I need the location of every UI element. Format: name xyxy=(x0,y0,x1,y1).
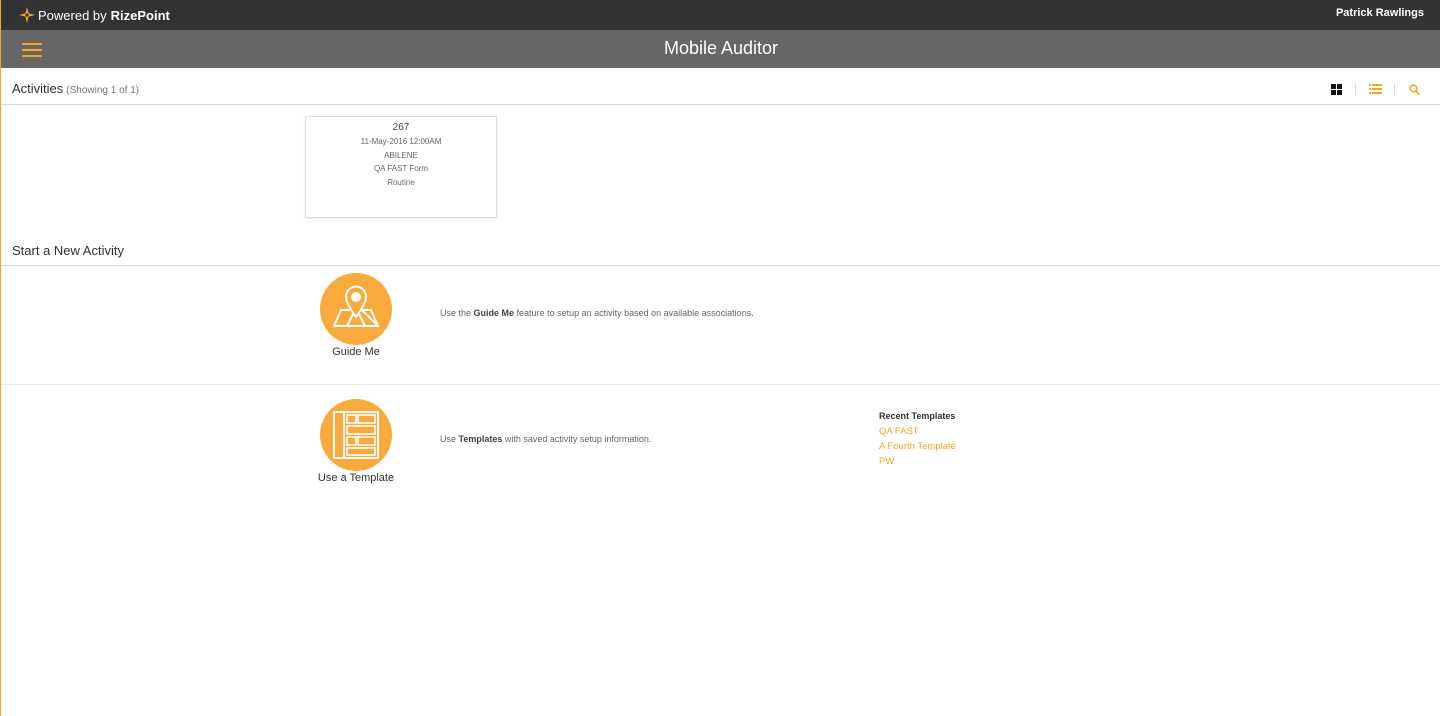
grid-view-icon[interactable] xyxy=(1329,82,1343,96)
template-desc-bold: Templates xyxy=(458,434,503,444)
guide-me-desc-post: feature to setup an activity based on av… xyxy=(514,308,754,318)
brand-name: RizePoint xyxy=(110,7,170,23)
activity-form: QA FAST Form xyxy=(373,164,429,173)
recent-template-link[interactable]: QA FAST xyxy=(879,424,956,439)
new-activity-title: Start a New Activity xyxy=(12,243,124,258)
use-template-label[interactable]: Use a Template xyxy=(286,472,426,484)
template-description: Use Templates with saved activity setup … xyxy=(440,434,651,444)
top-bar: Powered by RizePoint Patrick Rawlings xyxy=(1,0,1440,30)
template-desc-pre: Use xyxy=(440,434,459,444)
recent-templates-title: Recent Templates xyxy=(879,411,956,421)
guide-me-button[interactable] xyxy=(320,273,392,345)
title-bar: Mobile Auditor xyxy=(1,30,1440,68)
user-name[interactable]: Patrick Rawlings xyxy=(1336,7,1424,19)
guide-me-desc-bold: Guide Me xyxy=(473,308,515,318)
brand-prefix: Powered by xyxy=(38,7,107,23)
row-divider xyxy=(1,384,1440,385)
activity-location: ABILENE xyxy=(384,150,418,160)
activities-count: (Showing 1 of 1) xyxy=(66,85,140,96)
activity-card[interactable]: 267 11-May-2016 12:00AM ABILENE QA FAST … xyxy=(305,116,497,218)
use-template-button[interactable] xyxy=(320,399,392,471)
recent-templates: Recent Templates QA FAST A Fourth Templa… xyxy=(879,411,956,469)
view-tools xyxy=(1329,82,1421,96)
guide-me-desc-pre: Use the xyxy=(440,308,474,318)
guide-me-description: Use the Guide Me feature to setup an act… xyxy=(440,308,754,318)
rizepoint-logo-icon xyxy=(19,7,35,23)
template-layout-icon xyxy=(333,411,379,459)
activity-type: Routine xyxy=(387,177,415,187)
recent-template-link[interactable]: PW xyxy=(879,454,956,469)
recent-template-link[interactable]: A Fourth Template xyxy=(879,439,956,454)
brand: Powered by RizePoint xyxy=(18,6,170,24)
list-view-icon[interactable] xyxy=(1368,82,1382,96)
search-icon[interactable] xyxy=(1407,82,1421,96)
tool-separator xyxy=(1394,83,1395,95)
map-pin-icon xyxy=(333,285,379,327)
tool-separator xyxy=(1355,83,1356,95)
activities-header: Activities (Showing 1 of 1) xyxy=(1,68,1440,105)
activities-title: Activities (Showing 1 of 1) xyxy=(12,81,139,96)
template-desc-post: with saved activity setup information. xyxy=(502,434,652,444)
guide-me-label[interactable]: Guide Me xyxy=(286,346,426,358)
new-activity-header: Start a New Activity xyxy=(1,236,1440,266)
activities-title-text: Activities xyxy=(12,81,64,96)
app-title: Mobile Auditor xyxy=(663,38,779,58)
activity-id: 267 xyxy=(392,122,410,133)
activity-date: 11-May-2016 12:00AM xyxy=(360,137,442,146)
